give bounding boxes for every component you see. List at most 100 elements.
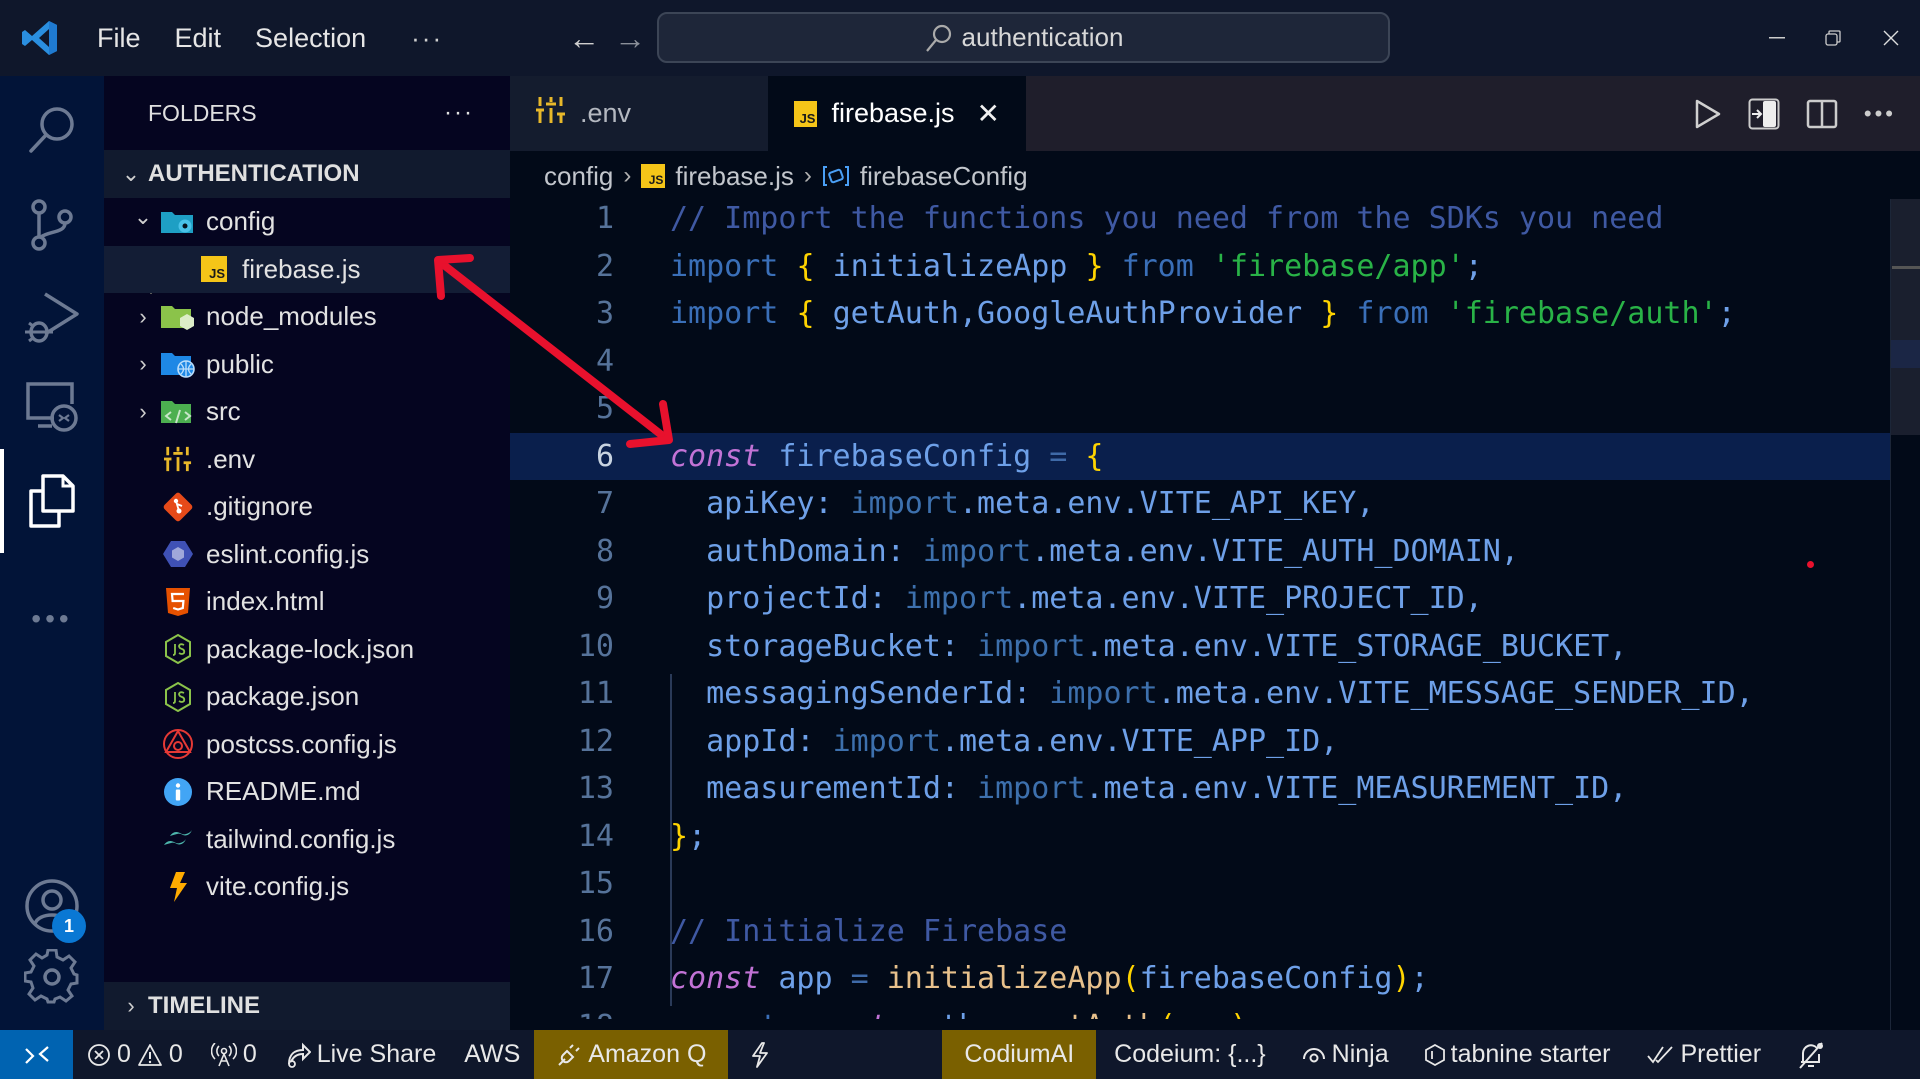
problems-indicator[interactable]: 0 0 [73, 1030, 197, 1079]
code-token: .meta.env.VITE_STORAGE_BUCKET, [1085, 628, 1628, 664]
back-arrow-icon[interactable]: ← [561, 20, 607, 57]
editor-more-button[interactable]: ••• [1864, 101, 1896, 127]
run-file-icon[interactable] [1694, 98, 1722, 130]
minimize-button[interactable] [1757, 18, 1797, 58]
menu-selection[interactable]: Selection [238, 0, 383, 76]
aws-button[interactable]: AWS [450, 1030, 534, 1079]
code-token: appId: [670, 723, 833, 759]
explorer-files-icon [29, 474, 75, 528]
line-number: 17 [577, 961, 614, 997]
search-icon [925, 24, 951, 52]
eslint-file-icon [158, 539, 198, 569]
tree-folder-public[interactable]: › public [104, 341, 510, 389]
bell-icon [1799, 1041, 1824, 1069]
code-token: } [670, 818, 689, 854]
line-number: 9 [595, 581, 614, 617]
breadcrumb-folder[interactable]: config [544, 161, 613, 192]
menu-file[interactable]: File [80, 0, 158, 76]
activity-source-control[interactable] [0, 180, 104, 270]
variable-symbol-icon [822, 166, 849, 186]
tree-file-package-json[interactable]: package.json [104, 673, 510, 721]
tab-firebase-js[interactable]: JS firebase.js ✕ [768, 76, 1026, 151]
code-token: measurementId: [670, 771, 978, 807]
sidebar-title: FOLDERS [148, 99, 257, 126]
line-number: 4 [595, 343, 614, 379]
tree-file-index-html[interactable]: index.html [104, 578, 510, 626]
breadcrumb-symbol[interactable]: firebaseConfig [860, 161, 1028, 192]
chevron-down-icon: ⌄ [133, 203, 153, 229]
ports-indicator[interactable]: 0 [197, 1030, 271, 1079]
code-token: 'firebase/app' [1211, 248, 1465, 284]
code-line: 1 // Import the functions you need from t… [510, 199, 1890, 243]
code-token: ) [1392, 961, 1411, 997]
activity-run-debug[interactable] [0, 272, 104, 362]
live-share-button[interactable]: Live Share [271, 1030, 451, 1079]
tree-file-vite-config-js[interactable]: vite.config.js [104, 863, 510, 911]
tree-item-label: package-lock.json [206, 633, 415, 664]
minimap-current-line [1891, 340, 1920, 368]
code-token: = [850, 961, 887, 997]
tree-file-eslint-config-js[interactable]: eslint.config.js [104, 531, 510, 579]
tree-file-package-lock-json[interactable]: package-lock.json [104, 626, 510, 674]
sidebar-more-button[interactable]: ··· [444, 99, 474, 127]
code-token: = [1049, 438, 1086, 474]
line-text: import { getAuth,GoogleAuthProvider } fr… [670, 296, 1736, 331]
code-token: import [977, 628, 1086, 664]
activity-more-button[interactable]: ••• [0, 599, 104, 639]
menu-more-button[interactable]: ··· [383, 0, 471, 76]
command-center-search[interactable]: authentication [657, 12, 1390, 63]
code-token: getAuth [1031, 1009, 1157, 1019]
tree-file-readme-md[interactable]: README.md [104, 768, 510, 816]
amazon-q-button[interactable]: Amazon Q [534, 1030, 729, 1079]
activity-search[interactable] [0, 85, 104, 175]
minimap[interactable] [1890, 199, 1920, 1030]
code-token: import [977, 771, 1086, 807]
search-icon [29, 107, 74, 153]
js-file-icon: JS [641, 164, 666, 188]
line-number: 12 [577, 723, 614, 759]
activity-bar: ••• 1 [0, 76, 104, 1030]
tree-file-tailwind-config-js[interactable]: tailwind.config.js [104, 816, 510, 864]
code-token: { [796, 248, 833, 284]
info-file-icon [158, 777, 198, 807]
close-tab-icon[interactable]: ✕ [977, 97, 1000, 130]
activity-explorer[interactable] [0, 449, 104, 553]
tree-file-env[interactable]: .env [104, 436, 510, 484]
minimap-marker [1892, 266, 1920, 269]
notifications-button[interactable] [1779, 1030, 1843, 1079]
tree-file-gitignore[interactable]: .gitignore [104, 483, 510, 531]
lightning-button[interactable] [728, 1030, 792, 1079]
tree-folder-node-modules[interactable]: › node_modules [104, 293, 510, 341]
tab-env[interactable]: .env [510, 76, 768, 151]
restore-button[interactable] [1813, 18, 1853, 58]
remote-indicator-button[interactable] [0, 1030, 73, 1079]
code-token: from [1356, 296, 1447, 332]
tree-file-firebase-js[interactable]: JS firebase.js [104, 245, 510, 293]
tabnine-button[interactable]: tabnine starter [1407, 1030, 1629, 1079]
codeium-button[interactable]: Codeium: {...} [1096, 1030, 1283, 1079]
timeline-section-header[interactable]: › TIMELINE [104, 982, 510, 1030]
code-line: 16 // Initialize Firebase [510, 908, 1890, 956]
split-editor-icon[interactable] [1806, 98, 1838, 130]
activity-remote-explorer[interactable] [0, 362, 104, 452]
open-preview-icon[interactable] [1748, 98, 1780, 130]
forward-arrow-icon[interactable]: → [607, 20, 653, 57]
html-file-icon [158, 587, 198, 617]
tree-folder-config[interactable]: ⌄ config [104, 198, 510, 246]
tree-item-label: README.md [206, 776, 361, 807]
close-window-button[interactable] [1871, 18, 1911, 58]
line-number: 1 [595, 201, 614, 237]
ninja-button[interactable]: Ninja [1284, 1030, 1407, 1079]
folder-node-icon [158, 302, 198, 332]
prettier-button[interactable]: Prettier [1628, 1030, 1779, 1079]
tree-item-label: node_modules [206, 301, 377, 332]
tree-file-postcss-config-js[interactable]: postcss.config.js [104, 721, 510, 769]
minimap-slider[interactable] [1891, 199, 1920, 435]
tree-folder-src[interactable]: › src [104, 388, 510, 436]
workspace-root-header[interactable]: ⌄ AUTHENTICATION [104, 150, 510, 198]
menu-edit[interactable]: Edit [158, 0, 239, 76]
breadcrumb-file[interactable]: firebase.js [675, 161, 794, 192]
code-editor[interactable]: 1 // Import the functions you need from t… [510, 199, 1890, 1019]
activity-settings[interactable] [0, 932, 104, 1022]
codium-ai-button[interactable]: CodiumAI [942, 1030, 1097, 1079]
